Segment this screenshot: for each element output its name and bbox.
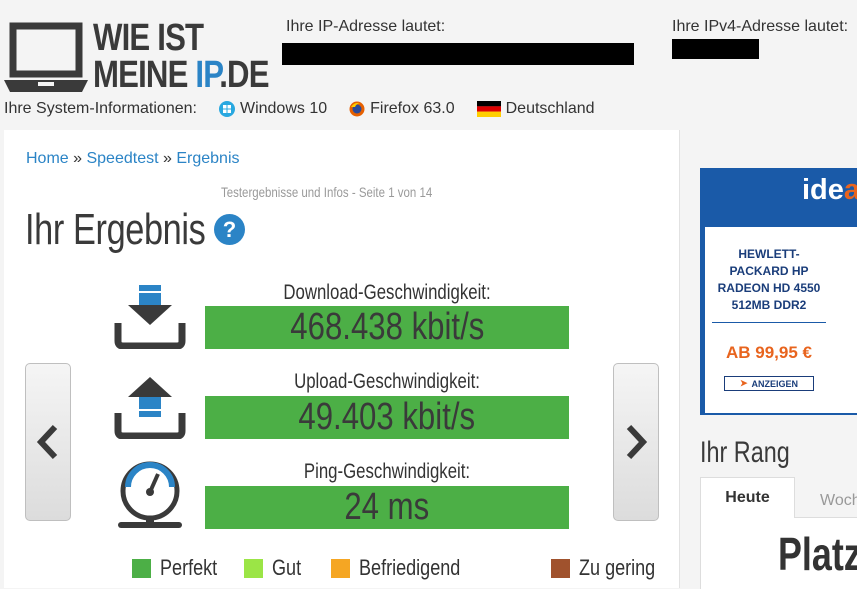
os-info: Windows 10 xyxy=(218,100,328,118)
legend-item-gut: Gut xyxy=(243,555,307,581)
logo-text-meine: MEINE xyxy=(93,54,196,96)
upload-value-bar: 49.403 kbit/s xyxy=(205,396,569,439)
legend-label: Perfekt xyxy=(160,555,218,580)
breadcrumb: Home » Speedtest » Ergebnis xyxy=(26,150,240,168)
arrow-right-icon: ➤ xyxy=(739,378,748,388)
ping-value-bar: 24 ms xyxy=(205,486,569,529)
ad-divider xyxy=(712,322,826,323)
download-icon xyxy=(114,285,186,349)
ad-view-button[interactable]: ➤ ANZEIGEN xyxy=(724,376,814,391)
country-label: Deutschland xyxy=(505,100,595,117)
os-label: Windows 10 xyxy=(239,100,328,117)
previous-page-button[interactable] xyxy=(25,363,71,521)
firefox-icon xyxy=(349,101,365,117)
ipv4-address-redacted xyxy=(672,39,759,59)
breadcrumb-speedtest-link[interactable]: Speedtest xyxy=(86,150,158,167)
breadcrumb-separator: » xyxy=(68,150,87,167)
ad-view-button-label: ANZEIGEN xyxy=(751,378,799,389)
rank-place-label: Platz: xyxy=(778,528,857,580)
help-icon[interactable]: ? xyxy=(214,214,245,245)
country-info: Deutschland xyxy=(476,100,595,118)
legend-swatch xyxy=(132,558,151,578)
breadcrumb-separator: » xyxy=(158,150,177,167)
chevron-left-icon xyxy=(36,424,58,460)
tab-today[interactable]: Heute xyxy=(700,477,795,518)
speed-legend: Perfekt Gut Befriedigend Zu gering xyxy=(132,555,686,581)
ping-value: 24 ms xyxy=(344,486,430,528)
download-label: Download-Geschwindigkeit: xyxy=(283,281,491,304)
browser-info: Firefox 63.0 xyxy=(349,100,455,118)
page-title: Ihr Ergebnis xyxy=(25,205,206,254)
upload-value: 49.403 kbit/s xyxy=(298,396,476,438)
download-value-bar: 468.438 kbit/s xyxy=(205,306,569,349)
logo-text-line2[interactable]: MEINE IP.DE xyxy=(93,54,270,96)
upload-icon xyxy=(114,377,186,439)
breadcrumb-result-link[interactable]: Ergebnis xyxy=(176,150,239,167)
ip-address-redacted xyxy=(282,43,634,65)
breadcrumb-home-link[interactable]: Home xyxy=(26,150,69,167)
page-subtitle: Testergebnisse und Infos - Seite 1 von 1… xyxy=(221,184,433,200)
laptop-logo-icon[interactable] xyxy=(4,22,88,94)
legend-swatch xyxy=(243,558,263,578)
ad-price: AB 99,95 € xyxy=(726,343,812,362)
chevron-right-icon xyxy=(626,424,648,460)
ad-product-name[interactable]: HEWLETT-PACKARD HP RADEON HD 4550 512MB … xyxy=(712,246,826,324)
legend-item-perfekt: Perfekt xyxy=(132,555,230,581)
next-page-button[interactable] xyxy=(613,363,659,521)
logo-text-line1[interactable]: WIE IST xyxy=(93,18,204,58)
system-info-label: Ihre System-Informationen: xyxy=(4,100,197,117)
browser-label: Firefox 63.0 xyxy=(370,100,455,117)
tab-week[interactable]: Woche xyxy=(795,480,857,517)
ipv4-address-label: Ihre IPv4-Adresse lautet: xyxy=(672,18,849,35)
logo-text-de: .DE xyxy=(219,54,269,96)
system-info-bar: Ihre System-Informationen: Windows 10 Fi… xyxy=(4,100,595,118)
germany-flag-icon xyxy=(476,101,501,117)
ping-label: Ping-Geschwindigkeit: xyxy=(303,460,471,483)
legend-swatch xyxy=(331,558,351,578)
ad-brand-logo[interactable]: idea xyxy=(802,174,857,207)
upload-label: Upload-Geschwindigkeit: xyxy=(294,370,480,393)
legend-item-zu-gering: Zu gering xyxy=(550,555,672,581)
legend-item-befriedigend: Befriedigend xyxy=(331,555,483,581)
rank-title: Ihr Rang xyxy=(700,436,790,469)
ip-address-label: Ihre IP-Adresse lautet: xyxy=(286,18,446,35)
gauge-icon xyxy=(118,461,182,528)
windows-icon xyxy=(218,101,235,117)
ad-brand-text: ide xyxy=(802,174,844,206)
legend-label: Gut xyxy=(271,555,301,580)
download-value: 468.438 kbit/s xyxy=(289,306,485,348)
logo-text-ip: IP xyxy=(195,54,220,96)
legend-swatch xyxy=(550,558,570,578)
ad-brand-accent: a xyxy=(843,174,857,206)
legend-label: Befriedigend xyxy=(359,555,461,580)
legend-label: Zu gering xyxy=(578,555,655,580)
